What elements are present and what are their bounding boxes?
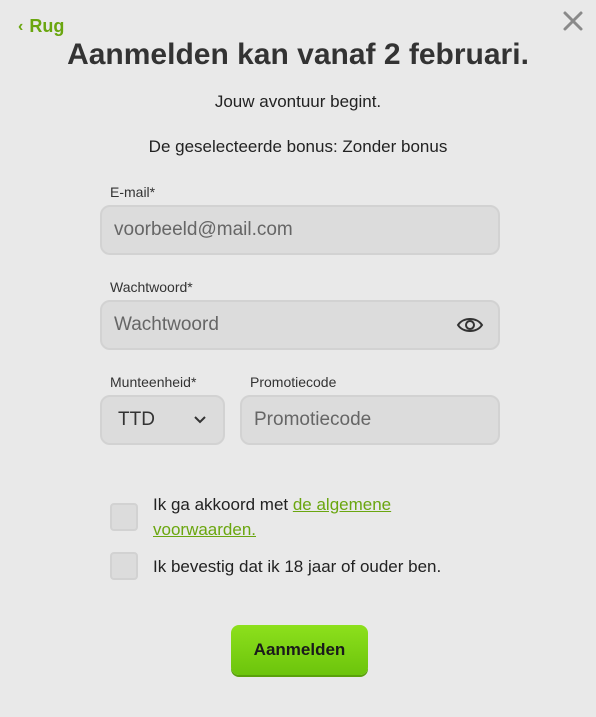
terms-prefix: Ik ga akkoord met	[153, 495, 293, 514]
close-icon[interactable]	[560, 8, 586, 34]
email-field-wrapper	[100, 205, 500, 255]
register-button[interactable]: Aanmelden	[231, 625, 368, 675]
currency-select[interactable]: TTD	[100, 395, 225, 445]
chevron-left-icon: ‹	[18, 17, 24, 35]
password-label: Wachtwoord*	[110, 279, 193, 295]
currency-value: TTD	[118, 409, 155, 430]
back-link[interactable]: ‹ Rug	[18, 16, 64, 37]
chevron-down-icon	[194, 416, 206, 424]
currency-label: Munteenheid*	[110, 374, 197, 390]
email-field[interactable]	[102, 219, 498, 241]
selected-bonus-text: De geselecteerde bonus: Zonder bonus	[148, 137, 448, 156]
page-subtitle: Jouw avontuur begint.	[214, 92, 382, 111]
email-label: E-mail*	[110, 184, 156, 200]
eye-icon[interactable]	[456, 315, 484, 335]
age-checkbox[interactable]	[110, 552, 138, 580]
terms-checkbox[interactable]	[110, 503, 138, 531]
age-confirm-text: Ik bevestig dat ik 18 jaar of ouder ben.	[153, 557, 442, 576]
password-field[interactable]	[102, 314, 456, 336]
promo-field-wrapper	[240, 395, 500, 445]
promo-label: Promotiecode	[250, 374, 337, 390]
password-field-wrapper	[100, 300, 500, 350]
page-title: Aanmelden kan vanaf 2 februari.	[67, 38, 529, 71]
promo-code-field[interactable]	[242, 409, 498, 431]
back-label: Rug	[29, 16, 65, 36]
terms-text: Ik ga akkoord met de algemene voorwaarde…	[153, 492, 453, 542]
